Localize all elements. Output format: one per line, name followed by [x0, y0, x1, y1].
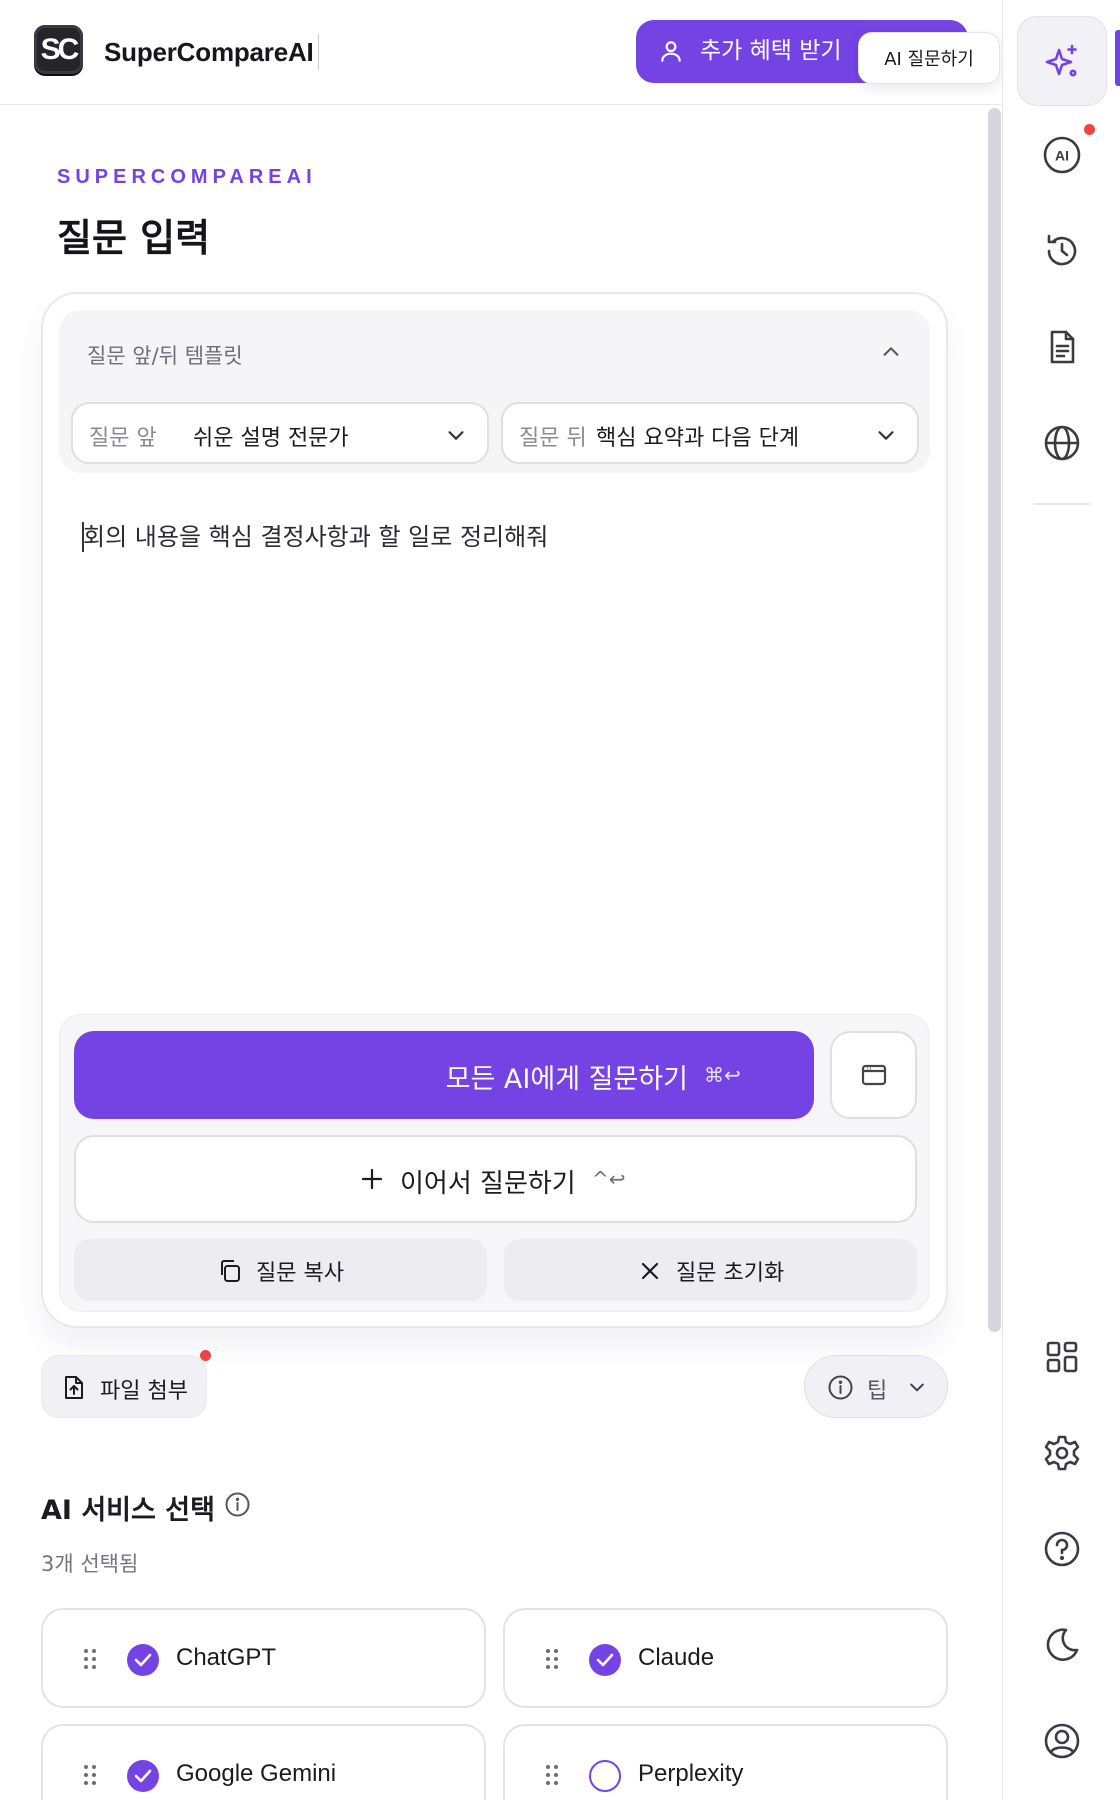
- user-icon: [1044, 1723, 1080, 1759]
- follow-up-label: 이어서 질문하기: [400, 1169, 576, 1199]
- chevron-up-icon[interactable]: [880, 341, 902, 363]
- ask-all-shortcut: ⌘↩: [704, 1063, 741, 1087]
- moon-icon: [1046, 1628, 1079, 1661]
- selected-count: 3개 선택됨: [41, 1552, 139, 1576]
- ai-service-title: AI 서비스 선택: [41, 1495, 215, 1526]
- ai-ask-tooltip: AI 질문하기: [858, 32, 1000, 84]
- tip-toggle[interactable]: 팁: [804, 1355, 948, 1418]
- user-icon: [661, 41, 681, 62]
- reset-question-button[interactable]: 질문 초기화: [504, 1239, 917, 1301]
- chevron-down-icon: [448, 431, 464, 440]
- window-icon: [861, 1064, 886, 1086]
- rail-theme-button[interactable]: [1017, 1600, 1107, 1690]
- main-scrollbar[interactable]: [988, 108, 1001, 1332]
- rail-notification-dot: [1084, 124, 1095, 135]
- service-checkbox[interactable]: [127, 1644, 159, 1676]
- service-card-chatgpt[interactable]: ChatGPT: [41, 1608, 486, 1708]
- chevron-down-icon: [878, 431, 894, 440]
- rail-ai-ask-button[interactable]: [1017, 16, 1107, 106]
- rail-document-button[interactable]: [1017, 302, 1107, 392]
- check-icon: [596, 1653, 614, 1667]
- open-window-button[interactable]: [830, 1031, 917, 1119]
- rail-globe-button[interactable]: [1017, 398, 1107, 488]
- info-icon[interactable]: [224, 1491, 251, 1518]
- drag-handle-icon[interactable]: [83, 1764, 97, 1786]
- close-icon: [641, 1262, 659, 1280]
- document-icon: [1050, 330, 1075, 364]
- plus-icon: [361, 1168, 383, 1190]
- history-icon: [1047, 234, 1077, 266]
- chevron-down-icon: [910, 1383, 924, 1392]
- drag-handle-icon[interactable]: [83, 1648, 97, 1670]
- follow-up-shortcut: ^↩: [592, 1167, 626, 1191]
- check-icon: [134, 1769, 152, 1783]
- composer-actions: 모든 AI에게 질문하기 ⌘↩ 이어서 질문하기 ^↩ 질문 복사 질문 초기화: [59, 1014, 930, 1312]
- copy-question-button[interactable]: 질문 복사: [74, 1239, 487, 1301]
- get-benefits-label: 추가 혜택 받기: [700, 38, 842, 64]
- service-card-google-gemini[interactable]: Google Gemini: [41, 1724, 486, 1800]
- suffix-template-select[interactable]: 질문 뒤 핵심 요약과 다음 단계: [501, 402, 919, 464]
- prefix-template-value: 쉬운 설명 전문가: [193, 426, 349, 451]
- service-name: Claude: [638, 1644, 715, 1671]
- top-header: SC SuperCompareAI 추가 혜택 받기 AI 질문하기: [0, 0, 1002, 105]
- service-checkbox[interactable]: [127, 1760, 159, 1792]
- suffix-template-key: 질문 뒤: [519, 426, 587, 451]
- rail-ai-button[interactable]: AI: [1017, 110, 1107, 200]
- copy-question-label: 질문 복사: [256, 1261, 344, 1286]
- reset-question-label: 질문 초기화: [676, 1261, 785, 1286]
- grid-icon: [1046, 1341, 1078, 1373]
- ask-all-ai-button[interactable]: 모든 AI에게 질문하기 ⌘↩: [74, 1031, 814, 1119]
- prefix-template-key: 질문 앞: [89, 426, 157, 451]
- service-name: ChatGPT: [176, 1644, 277, 1671]
- service-name: Perplexity: [638, 1760, 744, 1787]
- template-panel: 질문 앞/뒤 템플릿 질문 앞 쉬운 설명 전문가 질문 뒤 핵심 요약과 다음…: [59, 310, 930, 473]
- question-textarea[interactable]: 회의 내용을 핵심 결정사항과 할 일로 정리해줘: [83, 521, 548, 553]
- rail-divider: [1034, 503, 1090, 505]
- copy-icon: [221, 1260, 240, 1282]
- rail-help-button[interactable]: [1017, 1504, 1107, 1594]
- help-icon: [1044, 1531, 1080, 1567]
- rail-account-button[interactable]: [1017, 1696, 1107, 1786]
- service-card-perplexity[interactable]: Perplexity: [503, 1724, 948, 1800]
- file-upload-icon: [65, 1376, 83, 1399]
- attach-notification-dot: [200, 1350, 211, 1361]
- attach-file-button[interactable]: 파일 첨부: [41, 1355, 207, 1418]
- rail-active-indicator: [1115, 30, 1120, 86]
- rail-settings-button[interactable]: [1017, 1408, 1107, 1498]
- question-composer: 질문 앞/뒤 템플릿 질문 앞 쉬운 설명 전문가 질문 뒤 핵심 요약과 다음…: [41, 292, 948, 1328]
- app-title: SuperCompareAI: [104, 34, 319, 70]
- template-panel-title: 질문 앞/뒤 템플릿: [87, 344, 243, 368]
- suffix-template-value: 핵심 요약과 다음 단계: [596, 426, 800, 451]
- rail-apps-button[interactable]: [1017, 1312, 1107, 1402]
- app-logo: SC: [34, 25, 83, 74]
- sparkle-icon: [1045, 44, 1077, 77]
- service-checkbox[interactable]: [589, 1644, 621, 1676]
- svg-text:AI: AI: [1055, 148, 1069, 164]
- ask-all-ai-label: 모든 AI에게 질문하기: [445, 1064, 688, 1095]
- drag-handle-icon[interactable]: [545, 1764, 559, 1786]
- rail-history-button[interactable]: [1017, 206, 1107, 296]
- tip-label: 팁: [867, 1379, 888, 1404]
- drag-handle-icon[interactable]: [545, 1648, 559, 1670]
- check-icon: [134, 1653, 152, 1667]
- page-title: 질문 입력: [57, 216, 211, 260]
- follow-up-button[interactable]: 이어서 질문하기 ^↩: [74, 1135, 917, 1223]
- service-name: Google Gemini: [176, 1760, 337, 1787]
- right-rail: AI: [1002, 0, 1120, 1800]
- attach-file-label: 파일 첨부: [100, 1379, 188, 1404]
- section-eyebrow: SUPERCOMPAREAI: [57, 166, 317, 188]
- ai-icon: AI: [1043, 136, 1081, 174]
- globe-icon: [1044, 425, 1080, 461]
- service-card-claude[interactable]: Claude: [503, 1608, 948, 1708]
- info-icon: [828, 1375, 853, 1400]
- service-checkbox[interactable]: [589, 1760, 621, 1792]
- prefix-template-select[interactable]: 질문 앞 쉬운 설명 전문가: [71, 402, 489, 464]
- gear-icon: [1044, 1435, 1080, 1471]
